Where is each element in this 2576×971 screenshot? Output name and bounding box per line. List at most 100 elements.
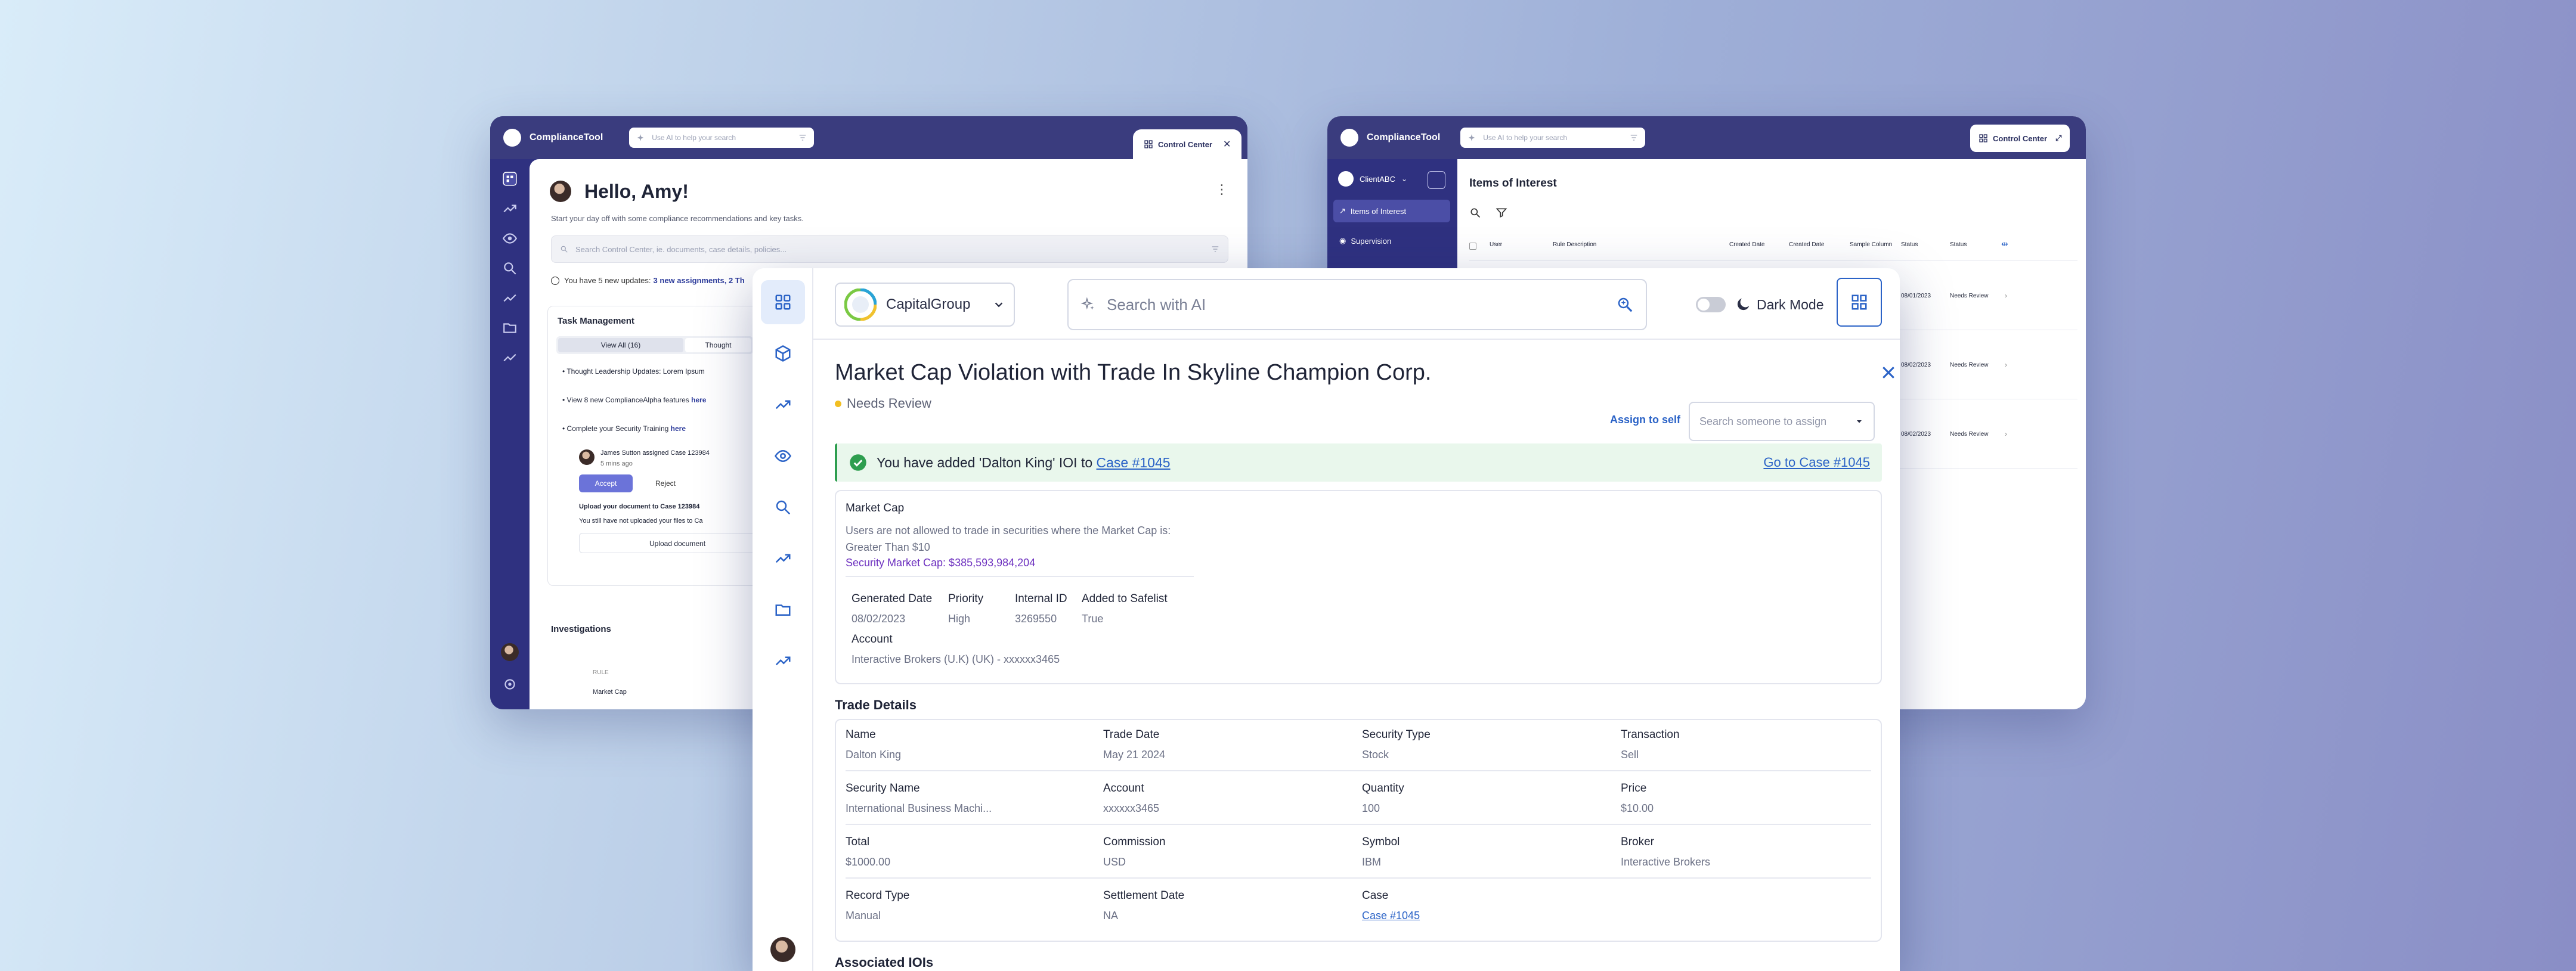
select-all-checkbox[interactable] [1469,243,1476,250]
assign-to-self-button[interactable]: Assign to self [1610,414,1680,426]
sidebar-item-supervision[interactable]: ◉ Supervision [1333,229,1450,252]
task-item[interactable]: • Thought Leadership Updates: Lorem Ipsu… [562,367,705,376]
field-label: Priority [948,592,984,605]
column-header[interactable]: Rule Description [1553,241,1596,248]
avatar[interactable] [501,643,519,661]
tab-control-center[interactable]: Control Center ⤢ [1970,125,2070,152]
field-value: $10.00 [1621,802,1654,814]
dashboard-icon[interactable] [502,171,518,187]
sidebar-item-dashboard[interactable] [761,280,805,324]
filter-icon[interactable] [1496,207,1507,219]
chevron-right-icon[interactable]: › [2005,430,2007,438]
column-header[interactable]: Created Date [1789,241,1824,248]
sidebar-item-cube[interactable] [761,331,805,376]
grid-icon [1852,294,1867,310]
column-header[interactable]: Status [1901,241,1918,248]
close-icon[interactable]: ✕ [1223,138,1231,150]
org-selector[interactable]: CapitalGroup [835,283,1015,327]
trade-field-quantity: Quantity 100 [1362,782,1404,815]
trend-icon[interactable] [502,290,518,306]
success-message: You have added 'Dalton King' IOI to Case… [877,455,1763,471]
trade-field-transaction: Transaction Sell [1621,728,1680,761]
trend-icon[interactable] [502,350,518,365]
status-cell: Needs Review [1950,362,1989,368]
case-link[interactable]: Case #1045 [1097,455,1171,470]
client-name: ClientABC [1360,174,1395,184]
client-selector[interactable]: ClientABC ⌄ [1338,171,1407,187]
updates-link[interactable]: 3 new assignments, 2 Th [654,276,745,285]
sidebar-item-supervision[interactable] [761,434,805,478]
search-icon[interactable] [502,260,518,276]
chevron-right-icon[interactable]: › [2005,361,2007,369]
more-icon[interactable]: ⋮ [1215,182,1228,197]
dark-mode-toggle[interactable] [1696,297,1726,312]
folder-icon[interactable] [502,320,518,336]
trend-icon[interactable] [502,201,518,216]
trade-field-case: Case Case #1045 [1362,889,1420,922]
upload-title: Upload your document to Case 123984 [579,503,700,510]
control-center-button[interactable] [1837,278,1882,327]
search-placeholder: Use AI to help your search [652,134,736,142]
ai-search-input[interactable]: Use AI to help your search [629,128,815,148]
filter-icon[interactable] [1211,245,1219,253]
column-header[interactable]: Sample Column [1850,241,1892,248]
filter-icon[interactable] [1630,134,1638,142]
ai-search-input[interactable]: Use AI to help your search [1460,128,1646,148]
close-icon[interactable] [1880,364,1897,381]
expand-icon[interactable]: ⤢ [2055,134,2061,143]
ai-search-icon[interactable] [1616,296,1634,314]
sidebar-item-folder[interactable] [761,588,805,632]
upload-document-button[interactable]: Upload document [579,533,776,553]
collapse-icon[interactable] [1428,171,1445,189]
tab-thought[interactable]: Thought [685,338,751,352]
table-row[interactable]: Market Cap [593,688,627,696]
field-label: Record Type [846,889,910,902]
trade-field-record-type: Record Type Manual [846,889,909,922]
card-title: Task Management [558,316,634,326]
trade-field-broker: Broker Interactive Brokers [1621,836,1710,868]
column-header[interactable]: Status [1950,241,1967,248]
tab-view-all[interactable]: View All (16) [558,338,683,352]
sidebar-item-trend[interactable] [761,536,805,581]
search-icon[interactable] [1469,207,1481,219]
sidebar-item-search[interactable] [761,485,805,529]
field-label: Quantity [1362,782,1404,795]
task-link[interactable]: here [671,424,686,433]
gear-icon[interactable] [502,677,518,692]
tab-control-center[interactable]: Control Center ✕ [1133,129,1242,159]
column-header[interactable]: Created Date [1729,241,1764,248]
column-header[interactable]: User [1490,241,1502,248]
task-item[interactable]: • View 8 new ComplianceAlpha features he… [562,396,706,404]
accept-button[interactable]: Accept [579,474,633,492]
rule-description: Users are not allowed to trade in securi… [846,525,1171,553]
security-market-cap: Security Market Cap: $385,593,984,204 [846,557,1036,569]
task-text: Thought Leadership Updates: Lorem Ipsum [566,367,705,376]
sidebar [490,159,530,709]
sidebar [753,268,813,971]
user-avatar[interactable] [770,937,795,962]
reject-button[interactable]: Reject [639,474,692,492]
assign-placeholder: Search someone to assign [1699,415,1827,427]
search-icon [776,500,791,515]
field-value: NA [1103,910,1119,922]
chevron-right-icon[interactable]: › [2005,291,2007,300]
control-center-search[interactable]: Search Control Center, ie. documents, ca… [551,235,1228,263]
eye-icon[interactable] [502,231,518,246]
field-generated-date: Generated Date 08/02/2023 [852,592,932,625]
go-to-case-link[interactable]: Go to Case #1045 [1763,455,1870,470]
assign-select[interactable]: Search someone to assign [1689,402,1875,441]
case-link[interactable]: Case #1045 [1362,910,1420,922]
ai-search-input[interactable]: Search with AI [1067,279,1647,330]
sidebar-item-items-of-interest[interactable]: ↗ Items of Interest [1333,200,1450,222]
task-link[interactable]: here [691,396,706,404]
sidebar-item-trend[interactable] [761,639,805,683]
field-label: Broker [1621,836,1654,848]
filter-icon[interactable] [798,134,807,142]
task-item[interactable]: • Complete your Security Training here [562,424,686,433]
info-icon [551,276,559,285]
column-header-rule[interactable]: RULE [593,669,609,676]
columns-icon[interactable]: ⇹ [2001,239,2008,249]
trend-icon [775,656,791,666]
updates-text: You have 5 new updates: [564,276,651,285]
sidebar-item-trend[interactable] [761,383,805,427]
